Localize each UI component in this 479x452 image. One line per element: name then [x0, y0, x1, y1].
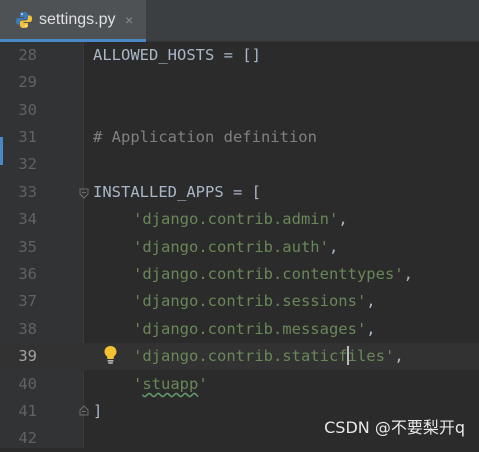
code-line: 34 'django.contrib.admin', [0, 206, 479, 233]
code-line: 31 # Application definition [0, 124, 479, 151]
line-number: 35 [18, 238, 37, 256]
code-text: 'django.contrib.sessions', [133, 288, 376, 315]
code-text: ALLOWED_HOSTS = [] [93, 46, 261, 64]
code-line: 29 [0, 69, 479, 96]
string-literal: 'django.contrib.staticf [133, 347, 348, 365]
code-line: 37 'django.contrib.sessions', [0, 288, 479, 315]
fold-icon[interactable] [79, 188, 89, 199]
string-literal: 'django.contrib.auth' [133, 238, 329, 256]
string-literal: ' [133, 375, 143, 393]
punctuation: , [403, 265, 413, 283]
code-line: 40 'stuapp' [0, 371, 479, 398]
punctuation: , [338, 210, 348, 228]
fold-icon[interactable] [79, 405, 89, 416]
python-file-icon [16, 12, 32, 28]
code-text: 'django.contrib.messages', [133, 316, 376, 343]
punctuation: , [366, 320, 376, 338]
code-line: 28 ALLOWED_HOSTS = [] [0, 42, 479, 69]
code-line: 30 [0, 97, 479, 124]
code-text: 'django.contrib.auth', [133, 234, 338, 261]
string-literal: 'django.contrib.sessions' [133, 292, 367, 310]
line-number: 30 [18, 101, 37, 119]
tab-title: settings.py [39, 11, 116, 28]
tab-settings-py[interactable]: settings.py × [0, 0, 146, 42]
code-line: 36 'django.contrib.contenttypes', [0, 261, 479, 288]
code-line: 33 INSTALLED_APPS = [ [0, 179, 479, 206]
intention-bulb-icon[interactable] [103, 345, 118, 365]
punctuation: , [328, 238, 339, 256]
line-number-current: 39 [18, 347, 37, 365]
close-icon[interactable]: × [125, 12, 133, 28]
watermark: CSDN @不要梨开q [324, 418, 465, 437]
string-literal: 'django.contrib.contenttypes' [133, 265, 404, 283]
line-number: 28 [18, 46, 37, 64]
code-text: INSTALLED_APPS = [ [93, 183, 261, 201]
line-number: 32 [18, 155, 37, 173]
code-line: 38 'django.contrib.messages', [0, 316, 479, 343]
line-number: 29 [18, 73, 37, 91]
editor-tab-bar: settings.py × [0, 0, 479, 42]
code-editor[interactable]: 28 ALLOWED_HOSTS = [] 29 30 31 # Applica… [0, 42, 479, 448]
code-line-current: 39 'django.contrib.staticfiles', [0, 343, 479, 370]
line-number: 38 [18, 320, 37, 338]
code-text: 'django.contrib.admin', [133, 206, 348, 233]
string-literal: 'django.contrib.admin' [133, 210, 339, 228]
line-number: 31 [18, 128, 37, 146]
punctuation: , [394, 347, 404, 365]
code-line: 35 'django.contrib.auth', [0, 234, 479, 261]
code-text: 'django.contrib.staticfiles', [133, 343, 404, 370]
line-number: 40 [18, 375, 37, 393]
line-number: 34 [18, 210, 37, 228]
code-text: ] [93, 402, 103, 420]
line-number: 36 [18, 265, 37, 283]
comment-text: # Application definition [93, 128, 317, 146]
code-text: 'stuapp' [133, 371, 208, 398]
code-line: 32 [0, 151, 479, 178]
code-text: 'django.contrib.contenttypes', [133, 261, 413, 288]
punctuation: , [366, 292, 376, 310]
typo-squiggle-word: stuapp [142, 375, 199, 393]
string-literal: ' [198, 375, 208, 393]
line-number: 33 [18, 183, 37, 201]
string-literal: 'django.contrib.messages' [133, 320, 367, 338]
line-number: 41 [18, 402, 37, 420]
string-literal: iles' [347, 347, 395, 365]
line-number: 37 [18, 292, 37, 310]
